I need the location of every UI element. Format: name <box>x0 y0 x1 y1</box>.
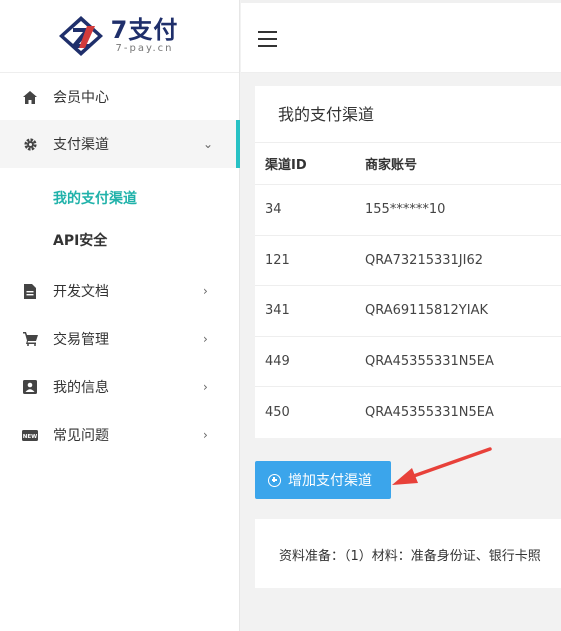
logo-title: 7支付 <box>110 16 179 44</box>
sidebar-item-label: 支付渠道 <box>53 137 109 153</box>
cell-id: 34 <box>265 202 282 218</box>
sidebar-item-transactions[interactable]: 交易管理 › <box>0 315 240 363</box>
table-row[interactable]: 341 QRA69115812YIAK <box>255 286 561 337</box>
sidebar-item-dev-docs[interactable]: 开发文档 › <box>0 267 240 315</box>
table-header: 渠道ID 商家账号 <box>255 143 561 185</box>
chevron-right-icon: › <box>203 332 208 346</box>
account-box-icon <box>22 379 38 395</box>
cell-account: QRA73215331JI62 <box>365 252 484 268</box>
notes-text: 资料准备：（1）材料：准备身份证、银行卡照 <box>279 549 541 564</box>
channel-card: 我的支付渠道 渠道ID 商家账号 34 155******10 121 QRA7… <box>255 86 561 438</box>
home-icon <box>22 89 38 105</box>
column-header-id: 渠道ID <box>265 158 307 173</box>
sidebar-item-label: 交易管理 <box>53 332 109 348</box>
new-badge-icon: NEW <box>22 427 38 443</box>
plus-circle-icon <box>268 473 281 487</box>
table-row[interactable]: 121 QRA73215331JI62 <box>255 236 561 287</box>
add-channel-label: 增加支付渠道 <box>288 473 372 489</box>
svg-text:NEW: NEW <box>23 433 37 439</box>
card-title: 我的支付渠道 <box>255 86 561 143</box>
table-row[interactable]: 449 QRA45355331N5EA <box>255 337 561 388</box>
gear-icon <box>22 136 38 152</box>
table-row[interactable]: 450 QRA45355331N5EA <box>255 387 561 438</box>
logo-subtitle: 7-pay.cn <box>115 43 174 54</box>
menu-toggle-icon[interactable] <box>258 31 277 52</box>
sidebar-item-faq[interactable]: NEW 常见问题 › <box>0 411 240 459</box>
cart-icon <box>22 331 38 347</box>
active-indicator <box>236 120 240 168</box>
table-row[interactable]: 34 155******10 <box>255 185 561 236</box>
sidebar-item-label: 我的信息 <box>53 380 109 396</box>
cell-account: QRA69115812YIAK <box>365 303 488 319</box>
logo-icon <box>58 16 103 56</box>
sidebar-item-label: 常见问题 <box>53 428 109 444</box>
annotation-arrow-icon <box>392 447 492 485</box>
sidebar-item-my-info[interactable]: 我的信息 › <box>0 363 240 411</box>
chevron-right-icon: › <box>203 284 208 298</box>
notes-card: 资料准备：（1）材料：准备身份证、银行卡照 <box>255 519 561 588</box>
top-bar <box>241 0 561 73</box>
chevron-right-icon: › <box>203 428 208 442</box>
cell-id: 450 <box>265 405 290 421</box>
sidebar-item-label: 开发文档 <box>53 284 109 300</box>
logo[interactable]: 7支付 7-pay.cn <box>0 0 239 73</box>
cell-account: QRA45355331N5EA <box>365 354 494 370</box>
cell-id: 121 <box>265 252 290 268</box>
add-channel-button[interactable]: 增加支付渠道 <box>255 461 391 499</box>
cell-id: 449 <box>265 354 290 370</box>
sidebar-item-member-center[interactable]: 会员中心 <box>0 73 240 121</box>
sidebar-item-label: 会员中心 <box>53 90 109 106</box>
document-icon <box>22 283 38 299</box>
sidebar-item-payment-channel[interactable]: 支付渠道 ⌄ <box>0 120 240 168</box>
sidebar-subitem-my-channels[interactable]: 我的支付渠道 <box>53 188 137 208</box>
chevron-down-icon: ⌄ <box>203 137 214 151</box>
column-header-account: 商家账号 <box>365 158 418 173</box>
sidebar-subitem-api-security[interactable]: API安全 <box>53 230 107 250</box>
chevron-right-icon: › <box>203 380 208 394</box>
cell-id: 341 <box>265 303 290 319</box>
cell-account: 155******10 <box>365 202 446 218</box>
cell-account: QRA45355331N5EA <box>365 405 494 421</box>
sidebar: 7支付 7-pay.cn 会员中心 支付渠道 ⌄ 我的支付渠道 API安全 开发… <box>0 0 240 631</box>
